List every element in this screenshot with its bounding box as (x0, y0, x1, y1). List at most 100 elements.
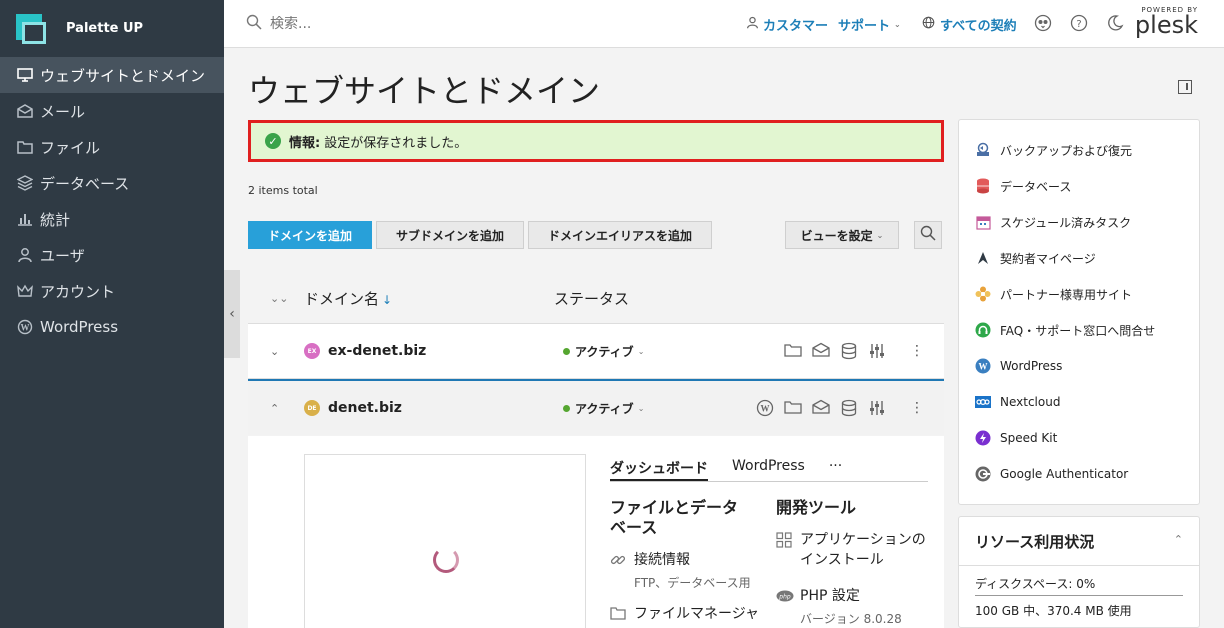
support-label: サポート (838, 19, 891, 34)
column-domain-label: ドメイン名 (304, 289, 380, 308)
quick-link-label: Nextcloud (1000, 395, 1061, 409)
chevron-down-icon: ⌄ (637, 346, 645, 356)
owl-icon[interactable] (1034, 14, 1052, 32)
column-domain-name[interactable]: ドメイン名 ↓ (304, 288, 392, 309)
quick-link-databases[interactable]: データベース (975, 176, 1071, 196)
quick-link-google-authenticator[interactable]: Google Authenticator (975, 464, 1128, 484)
table-row[interactable]: ⌃ DE denet.biz アクティブ ⌄ W ⋮ (248, 379, 944, 435)
settings-sliders-icon[interactable] (868, 399, 886, 417)
status-dropdown[interactable]: アクティブ ⌄ (563, 400, 644, 417)
svg-text:php: php (778, 594, 791, 601)
domain-name-link[interactable]: ex-denet.biz (328, 343, 426, 359)
database-icon[interactable] (840, 342, 858, 360)
more-options-icon[interactable]: ⋮ (910, 400, 924, 416)
app-install-link[interactable]: アプリケーションのインストール (800, 530, 934, 570)
quick-links-panel: バックアップおよび復元 データベース スケジュール済みタスク 契約者マイページ … (958, 119, 1200, 505)
quick-link-faq-support[interactable]: FAQ・サポート窓口へ問合せ (975, 320, 1155, 340)
folder-icon (16, 138, 34, 156)
flower-icon (975, 286, 991, 302)
site-preview (304, 454, 586, 628)
sidebar-item-statistics[interactable]: 統計 (0, 201, 224, 237)
sidebar-item-mail[interactable]: メール (0, 93, 224, 129)
loading-spinner-icon (433, 547, 459, 573)
expand-all-icon[interactable]: ⌄⌄ (270, 292, 288, 305)
all-subscriptions-link[interactable]: すべての契約 (922, 15, 1017, 34)
sidebar-item-label: データベース (40, 174, 130, 193)
link-icon (610, 552, 626, 568)
svg-text:W: W (761, 404, 770, 414)
domain-name-link[interactable]: denet.biz (328, 400, 402, 416)
quick-link-label: データベース (1000, 179, 1072, 194)
disk-usage-text: 100 GB 中、370.4 MB 使用 (975, 604, 1132, 618)
wordpress-icon: W (16, 318, 34, 336)
page-title: ウェブサイトとドメイン (248, 72, 601, 110)
quick-link-partner-site[interactable]: パートナー様専用サイト (975, 284, 1132, 304)
list-search-button[interactable] (914, 221, 942, 249)
add-domain-button[interactable]: ドメインを追加 (248, 221, 372, 249)
brand-name: Palette UP (66, 21, 144, 36)
sidebar-item-websites[interactable]: ウェブサイトとドメイン (0, 57, 224, 93)
search-icon (920, 225, 936, 245)
folder-icon (610, 606, 626, 622)
connection-info-link[interactable]: 接続情報 (634, 550, 690, 570)
globe-icon (922, 16, 935, 33)
status-label: アクティブ (575, 344, 634, 359)
chart-icon (16, 210, 34, 228)
dark-mode-icon[interactable] (1106, 14, 1124, 32)
quick-link-scheduled-tasks[interactable]: スケジュール済みタスク (975, 212, 1131, 232)
chevron-down-icon: ⌄ (637, 403, 645, 413)
tab-wordpress[interactable]: WordPress (732, 458, 805, 481)
tab-more[interactable]: ··· (829, 458, 842, 481)
chevron-down-icon[interactable]: ⌄ (270, 345, 279, 358)
sidebar: Palette UP ウェブサイトとドメイン メール ファイル データベース 統… (0, 0, 224, 628)
items-total: 2 items total (248, 184, 318, 197)
brand[interactable]: Palette UP (0, 0, 224, 57)
folder-icon[interactable] (784, 342, 802, 360)
sidebar-item-wordpress[interactable]: W WordPress (0, 309, 224, 345)
chevron-up-icon[interactable]: ⌃ (270, 402, 279, 415)
domain-badge: DE (304, 400, 320, 416)
quick-link-nextcloud[interactable]: Nextcloud (975, 392, 1060, 412)
tab-dashboard[interactable]: ダッシュボード (610, 458, 708, 481)
quick-link-customer-page[interactable]: 契約者マイページ (975, 248, 1096, 268)
sidebar-item-label: ウェブサイトとドメイン (40, 66, 206, 85)
sidebar-item-users[interactable]: ユーザ (0, 237, 224, 273)
search-input[interactable] (270, 16, 470, 32)
headset-icon (975, 322, 991, 338)
quick-link-label: バックアップおよび復元 (1000, 143, 1133, 158)
column-status: ステータス (554, 289, 630, 308)
calendar-icon (975, 214, 991, 230)
view-settings-button[interactable]: ビューを設定 ⌄ (785, 221, 899, 249)
sidebar-collapse-button[interactable]: ‹ (224, 270, 240, 358)
customer-support-menu[interactable]: カスタマー サポート ⌄ (746, 15, 901, 34)
quick-link-speed-kit[interactable]: Speed Kit (975, 428, 1057, 448)
table-row[interactable]: ⌄ EX ex-denet.biz アクティブ ⌄ ⋮ (248, 323, 944, 379)
quick-link-backup[interactable]: バックアップおよび復元 (975, 140, 1132, 160)
status-dropdown[interactable]: アクティブ ⌄ (563, 343, 644, 360)
view-settings-label: ビューを設定 (800, 228, 873, 243)
more-options-icon[interactable]: ⋮ (910, 343, 924, 359)
wordpress-icon[interactable]: W (756, 399, 774, 417)
folder-icon[interactable] (784, 399, 802, 417)
sidebar-item-label: 統計 (40, 210, 71, 229)
quick-link-wordpress[interactable]: W WordPress (975, 356, 1062, 376)
sidebar-item-databases[interactable]: データベース (0, 165, 224, 201)
settings-sliders-icon[interactable] (868, 342, 886, 360)
database-icon[interactable] (840, 399, 858, 417)
help-icon[interactable]: ? (1070, 14, 1088, 32)
check-icon: ✓ (265, 133, 281, 149)
add-domain-alias-button[interactable]: ドメインエイリアスを追加 (528, 221, 712, 249)
files-databases-title: ファイルとデータベース (610, 498, 739, 537)
mail-icon[interactable] (812, 342, 830, 360)
resource-usage-title: リソース利用状況 (975, 533, 1095, 551)
add-subdomain-button[interactable]: サブドメインを追加 (376, 221, 524, 249)
mail-icon[interactable] (812, 399, 830, 417)
sidebar-item-files[interactable]: ファイル (0, 129, 224, 165)
chevron-down-icon: ⌄ (894, 20, 901, 29)
file-manager-link[interactable]: ファイルマネージャ (634, 604, 759, 624)
status-label: アクティブ (575, 401, 634, 416)
php-settings-link[interactable]: PHP 設定 (800, 586, 860, 606)
sidebar-item-account[interactable]: アカウント (0, 273, 224, 309)
chevron-up-icon[interactable]: ⌃ (1174, 533, 1183, 546)
panel-toggle-icon[interactable] (1178, 80, 1192, 94)
